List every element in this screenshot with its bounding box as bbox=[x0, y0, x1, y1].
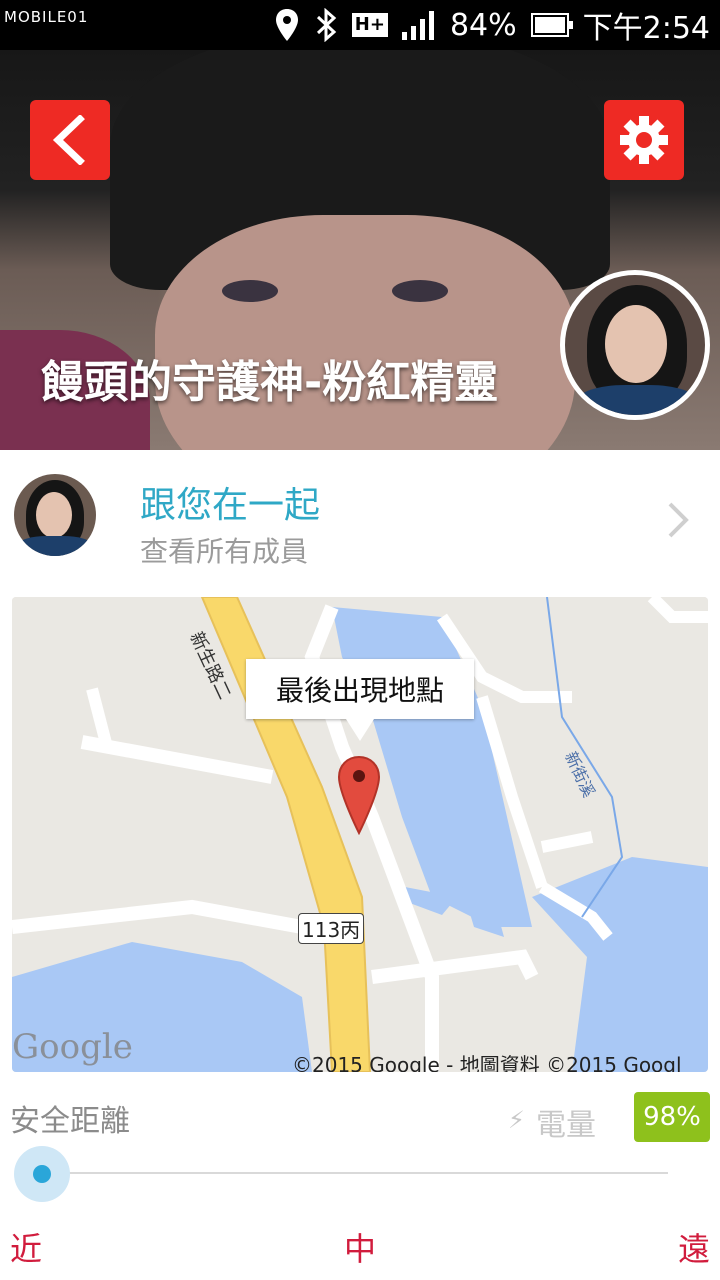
bottom-panel: 安全距離 ⚡ 電量 98% 近 中 遠 bbox=[0, 1078, 720, 1280]
chevron-left-icon bbox=[52, 115, 85, 165]
road-label-113: 113丙 bbox=[298, 913, 365, 944]
members-row[interactable]: 跟您在一起 查看所有成員 bbox=[0, 450, 720, 595]
chevron-right-icon bbox=[668, 502, 689, 538]
settings-button[interactable] bbox=[604, 100, 684, 180]
status-brand: MOBILE01 bbox=[4, 8, 89, 26]
safe-distance-label: 安全距離 bbox=[10, 1104, 130, 1139]
clock: 下午2:54 bbox=[582, 11, 710, 46]
page-title: 饅頭的守護神-粉紅精靈 bbox=[40, 357, 499, 408]
battery-percent: 84% bbox=[449, 7, 517, 43]
map-copyright: ©2015 Google - 地圖資料 ©2015 Googl bbox=[292, 1053, 682, 1072]
gear-icon bbox=[620, 116, 668, 164]
profile-avatar[interactable] bbox=[560, 270, 710, 420]
scale-mid: 中 bbox=[344, 1230, 377, 1268]
map-pin-icon[interactable] bbox=[337, 755, 381, 835]
lightning-icon: ⚡ bbox=[508, 1106, 525, 1134]
battery-level-badge: 98% bbox=[634, 1092, 710, 1142]
avatar bbox=[14, 474, 96, 556]
scale-far: 遠 bbox=[678, 1230, 711, 1268]
battery-icon bbox=[530, 13, 573, 37]
scale-near: 近 bbox=[10, 1230, 43, 1268]
google-logo: Google bbox=[12, 1027, 133, 1067]
signal-icon bbox=[401, 11, 434, 40]
bluetooth-icon bbox=[316, 8, 337, 42]
profile-header: 饅頭的守護神-粉紅精靈 bbox=[0, 50, 720, 450]
power-label: 電量 bbox=[536, 1108, 596, 1143]
status-icons: H+ 84% 下午2:54 bbox=[274, 0, 710, 50]
together-title: 跟您在一起 bbox=[140, 485, 321, 526]
map-view[interactable]: 新生路二 新街溪 最後出現地點 113丙 Google ©2015 Google… bbox=[12, 597, 708, 1072]
location-icon bbox=[275, 9, 298, 41]
distance-slider-track[interactable] bbox=[40, 1172, 668, 1174]
back-button[interactable] bbox=[30, 100, 110, 180]
last-location-callout[interactable]: 最後出現地點 bbox=[246, 659, 474, 741]
view-members-link[interactable]: 查看所有成員 bbox=[140, 530, 308, 570]
status-bar: MOBILE01 H+ 84% 下午2:54 bbox=[0, 0, 720, 50]
distance-slider-thumb[interactable] bbox=[14, 1146, 70, 1202]
network-type: H+ bbox=[351, 13, 388, 37]
